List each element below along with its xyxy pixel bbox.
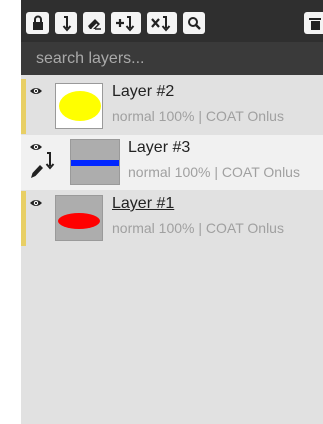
eye-icon[interactable]	[29, 86, 43, 96]
eye-icon[interactable]	[29, 198, 43, 208]
arrow-down-bracket-icon	[62, 16, 72, 32]
search-button[interactable]	[183, 12, 205, 34]
eye-icon[interactable]	[29, 142, 43, 152]
layer-thumbnail	[70, 139, 120, 185]
layers-toolbar	[21, 0, 323, 42]
layer-item[interactable]: Layer #1 normal 100% | COAT Onlus	[21, 191, 323, 246]
pencil-icon	[31, 165, 43, 178]
arrow-down-bracket-icon[interactable]	[44, 151, 56, 173]
layer-name[interactable]: Layer #1	[112, 195, 174, 213]
layer-meta: normal 100% | COAT Onlus	[112, 108, 284, 124]
eraser-icon	[88, 19, 101, 30]
x-arrow-icon	[151, 16, 171, 32]
lock-icon	[33, 15, 43, 30]
delete-merge-button[interactable]	[147, 12, 177, 34]
layer-item-selected[interactable]: Layer #3 normal 100% | COAT Onlus	[21, 135, 323, 190]
layers-panel: Layer #2 normal 100% | COAT Onlus Layer …	[21, 0, 323, 424]
add-layer-button[interactable]	[111, 12, 141, 34]
layer-name[interactable]: Layer #2	[112, 83, 174, 101]
layer-thumbnail	[55, 195, 103, 241]
layer-meta: normal 100% | COAT Onlus	[128, 164, 300, 180]
plus-arrow-icon	[116, 16, 135, 32]
trash-button[interactable]	[304, 12, 323, 34]
layer-meta: normal 100% | COAT Onlus	[112, 220, 284, 236]
layer-item[interactable]: Layer #2 normal 100% | COAT Onlus	[21, 79, 323, 134]
eraser-button[interactable]	[83, 12, 105, 34]
lock-button[interactable]	[26, 12, 49, 34]
magnifier-icon	[188, 17, 201, 30]
layer-thumbnail	[55, 83, 103, 129]
search-input[interactable]	[21, 42, 323, 75]
trash-icon	[309, 18, 321, 30]
layer-name[interactable]: Layer #3	[128, 139, 190, 157]
merge-down-button[interactable]	[55, 12, 77, 34]
